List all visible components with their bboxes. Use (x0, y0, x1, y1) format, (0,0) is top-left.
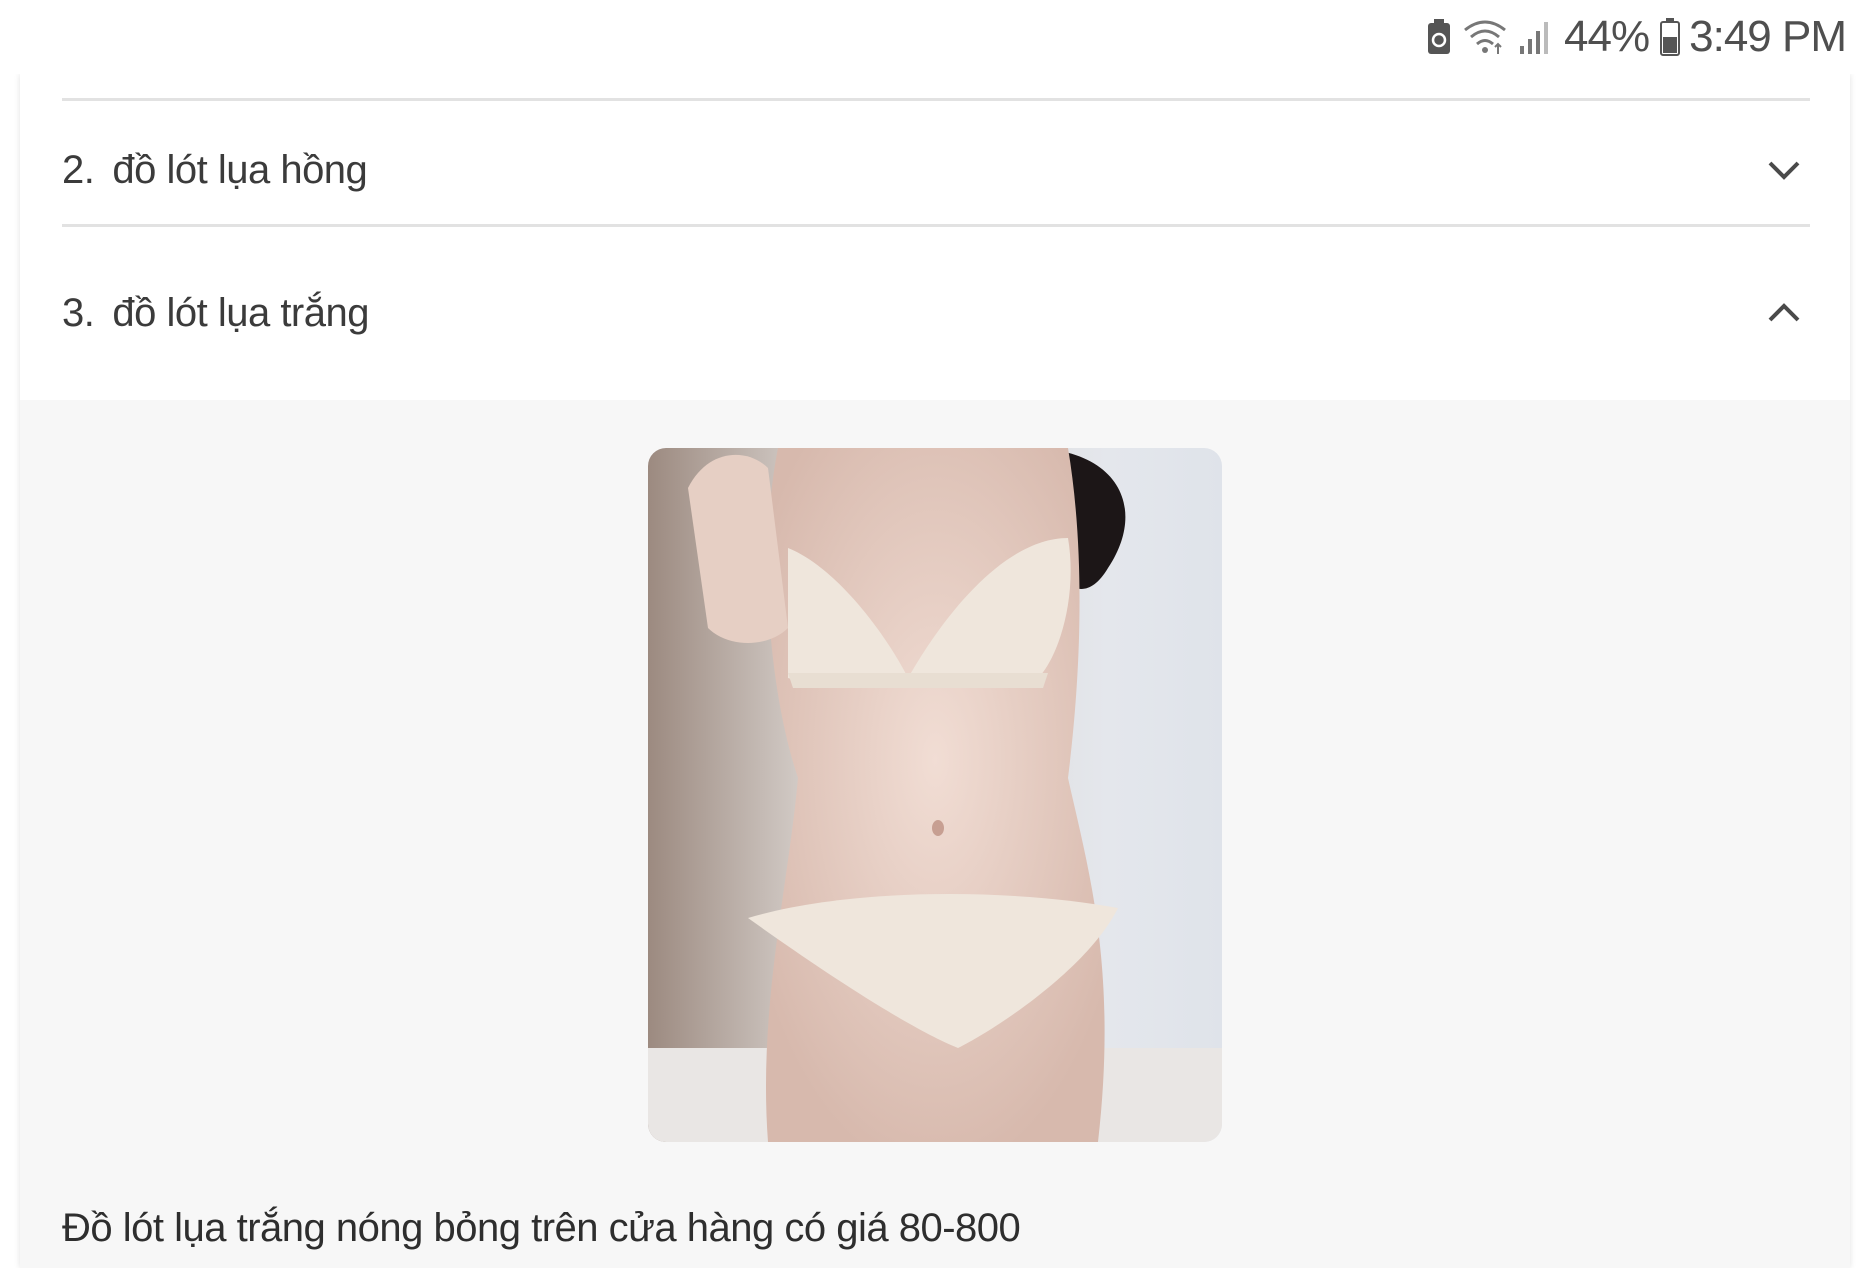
chevron-down-icon[interactable] (1758, 144, 1810, 196)
accordion-panel: Đồ lót lụa trắng nóng bỏng trên cửa hàng… (20, 400, 1850, 1268)
accordion-list: 2. đồ lót lụa hồng 3. đồ lót lụa trắng Đ… (20, 74, 1850, 1268)
product-caption: Đồ lót lụa trắng nóng bỏng trên cửa hàng… (62, 1206, 1021, 1250)
battery-percent: 44% (1564, 12, 1650, 61)
accordion-item-title: 2. đồ lót lụa hồng (62, 147, 368, 192)
product-photo-placeholder (648, 448, 1222, 1142)
chevron-up-icon[interactable] (1758, 287, 1810, 339)
wifi-icon (1462, 18, 1508, 56)
product-image (648, 448, 1222, 1142)
status-bar: 44% 3:49 PM (0, 0, 1866, 74)
battery-icon (1659, 17, 1681, 57)
divider (62, 98, 1810, 101)
accordion-item-title: 3. đồ lót lụa trắng (62, 290, 369, 335)
accordion-item-3[interactable]: 3. đồ lót lụa trắng (62, 226, 1810, 400)
battery-saver-icon (1426, 18, 1452, 56)
signal-icon (1518, 18, 1554, 56)
accordion-item-2[interactable]: 2. đồ lót lụa hồng (62, 116, 1810, 224)
clock: 3:49 PM (1689, 12, 1847, 61)
